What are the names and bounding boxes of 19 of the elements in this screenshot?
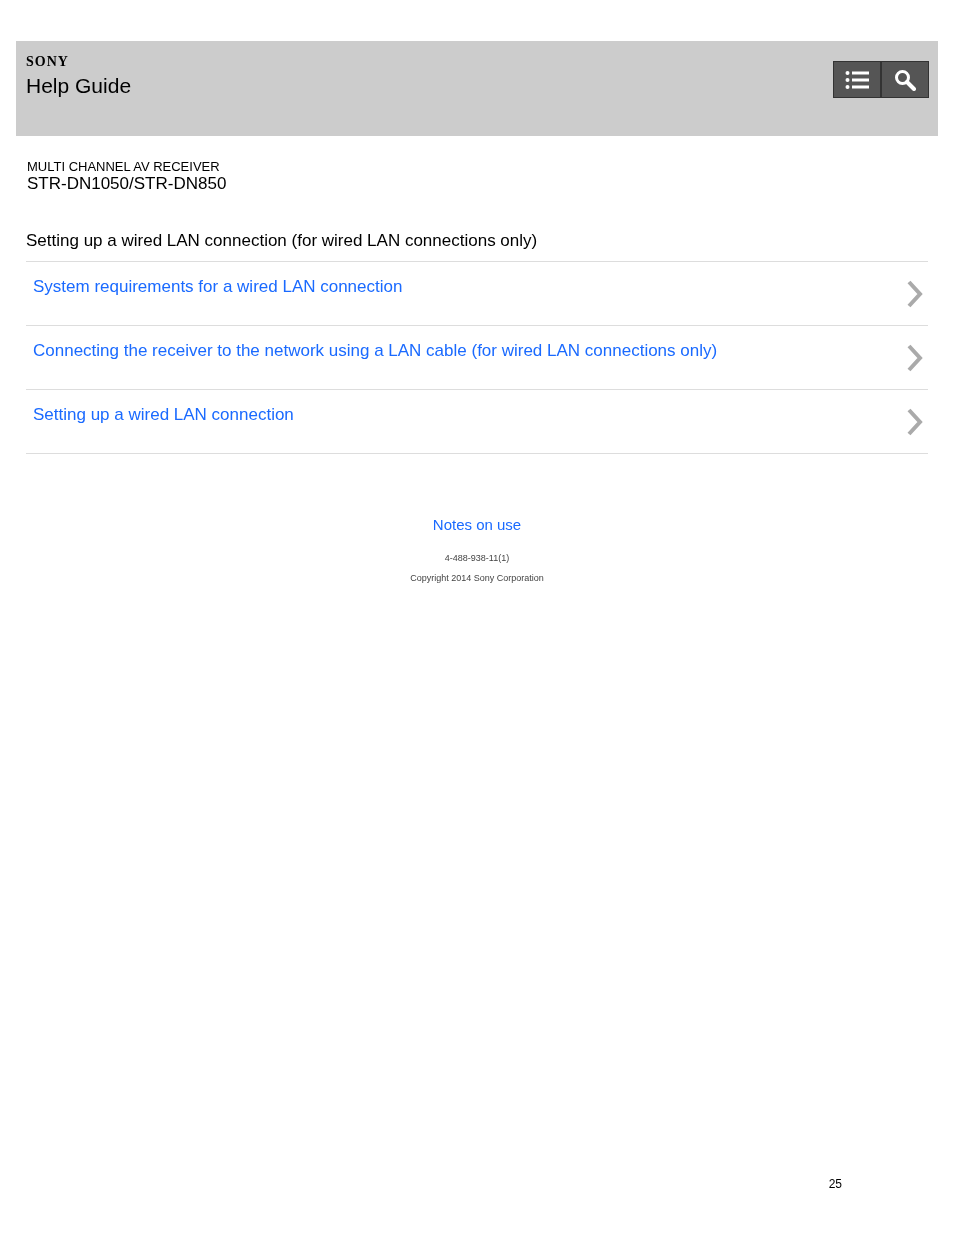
topic-link[interactable]: Setting up a wired LAN connection [26, 390, 928, 454]
chevron-right-icon [906, 407, 924, 437]
notes-link[interactable]: Notes on use [432, 516, 522, 534]
document-code: 4-488-938-11(1) [444, 552, 510, 564]
chevron-right-icon [906, 279, 924, 309]
section-title: Setting up a wired LAN connection (for wired LAN connections only) [26, 231, 539, 251]
contents-button[interactable] [833, 61, 881, 98]
page-number: 25 [828, 1177, 842, 1191]
product-model: STR-DN1050/STR-DN850 [27, 174, 228, 194]
search-icon [894, 68, 916, 91]
brand-logo: SONY [26, 54, 70, 70]
copyright-text: Copyright 2014 Sony Corporation [410, 572, 544, 584]
product-category: MULTI CHANNEL AV RECEIVER [27, 159, 221, 174]
list-icon [845, 69, 869, 90]
site-title: Help Guide [26, 73, 132, 99]
chevron-right-icon [906, 343, 924, 373]
topic-link[interactable]: System requirements for a wired LAN connection [26, 262, 928, 326]
topic-link[interactable]: Connecting the receiver to the network using a LAN cable (for wired LAN connections only) [26, 326, 928, 390]
search-button[interactable] [881, 61, 929, 98]
